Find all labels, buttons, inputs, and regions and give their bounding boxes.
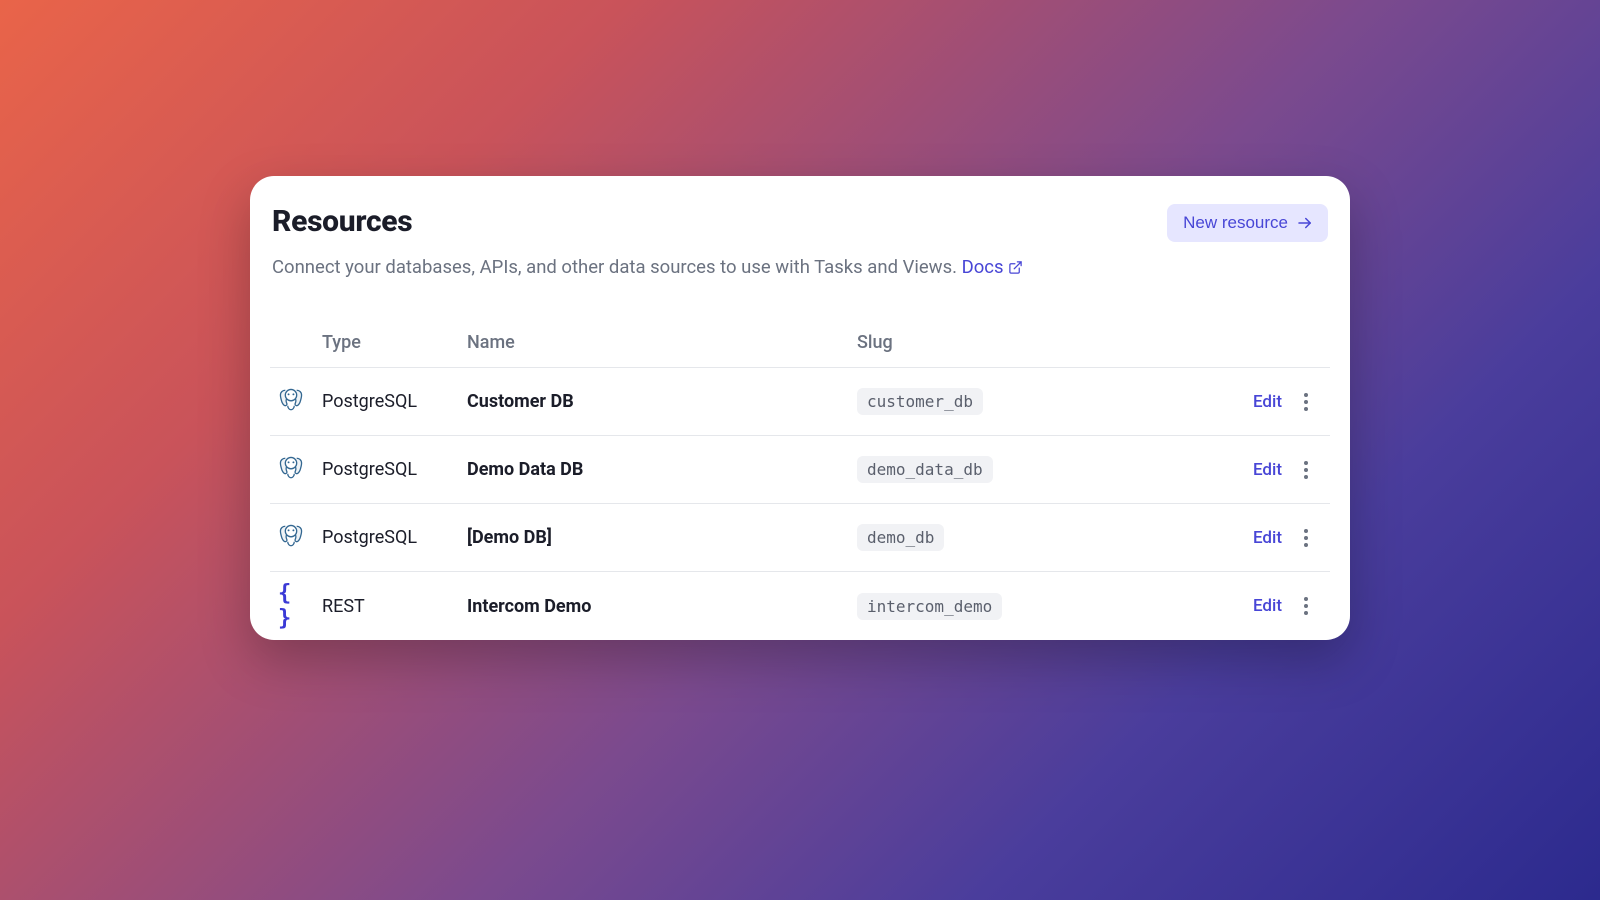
braces-icon: { }: [278, 581, 322, 631]
row-actions: Edit: [1237, 392, 1282, 412]
table-row: { } REST Intercom Demo intercom_demo Edi…: [270, 572, 1330, 640]
table-row: PostgreSQL Customer DB customer_db Edit: [270, 368, 1330, 436]
slug-badge: demo_data_db: [857, 456, 993, 483]
row-type: PostgreSQL: [322, 527, 467, 548]
row-icon-cell: [270, 523, 322, 553]
row-icon-cell: { }: [270, 581, 322, 631]
docs-link[interactable]: Docs: [962, 256, 1023, 278]
slug-badge: demo_db: [857, 524, 944, 551]
edit-button[interactable]: Edit: [1253, 460, 1282, 480]
new-resource-label: New resource: [1183, 213, 1288, 233]
row-menu-cell: [1282, 455, 1330, 485]
row-type: PostgreSQL: [322, 459, 467, 480]
table-row: PostgreSQL Demo Data DB demo_data_db Edi…: [270, 436, 1330, 504]
edit-button[interactable]: Edit: [1253, 392, 1282, 412]
page-subtitle: Connect your databases, APIs, and other …: [270, 256, 1330, 278]
slug-badge: intercom_demo: [857, 593, 1002, 620]
row-name: Intercom Demo: [467, 596, 857, 617]
row-icon-cell: [270, 387, 322, 417]
row-icon-cell: [270, 455, 322, 485]
postgres-icon: [278, 387, 304, 417]
column-type: Type: [322, 332, 467, 353]
row-menu-cell: [1282, 387, 1330, 417]
row-name: Customer DB: [467, 391, 857, 412]
row-type: PostgreSQL: [322, 391, 467, 412]
resources-table: Type Name Slug PostgreSQL Customer DB cu…: [270, 332, 1330, 640]
row-actions: Edit: [1237, 460, 1282, 480]
new-resource-button[interactable]: New resource: [1167, 204, 1328, 242]
more-menu-button[interactable]: [1298, 387, 1314, 417]
card-header: Resources New resource: [270, 204, 1330, 242]
row-slug-cell: intercom_demo: [857, 593, 1237, 620]
row-name: [Demo DB]: [467, 527, 857, 548]
edit-button[interactable]: Edit: [1253, 528, 1282, 548]
column-slug: Slug: [857, 332, 1237, 353]
row-name: Demo Data DB: [467, 459, 857, 480]
row-slug-cell: customer_db: [857, 388, 1237, 415]
table-header: Type Name Slug: [270, 332, 1330, 368]
table-row: PostgreSQL [Demo DB] demo_db Edit: [270, 504, 1330, 572]
row-actions: Edit: [1237, 596, 1282, 616]
more-menu-button[interactable]: [1298, 523, 1314, 553]
column-name: Name: [467, 332, 857, 353]
row-type: REST: [322, 596, 467, 617]
arrow-right-icon: [1296, 214, 1314, 232]
postgres-icon: [278, 523, 304, 553]
row-actions: Edit: [1237, 528, 1282, 548]
row-slug-cell: demo_db: [857, 524, 1237, 551]
postgres-icon: [278, 455, 304, 485]
page-title: Resources: [272, 204, 412, 239]
row-menu-cell: [1282, 591, 1330, 621]
resources-card: Resources New resource Connect your data…: [250, 176, 1350, 640]
docs-label: Docs: [962, 256, 1004, 278]
subtitle-text: Connect your databases, APIs, and other …: [272, 256, 962, 278]
row-slug-cell: demo_data_db: [857, 456, 1237, 483]
more-menu-button[interactable]: [1298, 591, 1314, 621]
edit-button[interactable]: Edit: [1253, 596, 1282, 616]
row-menu-cell: [1282, 523, 1330, 553]
table-body: PostgreSQL Customer DB customer_db Edit …: [270, 368, 1330, 640]
slug-badge: customer_db: [857, 388, 983, 415]
external-link-icon: [1008, 260, 1023, 275]
more-menu-button[interactable]: [1298, 455, 1314, 485]
